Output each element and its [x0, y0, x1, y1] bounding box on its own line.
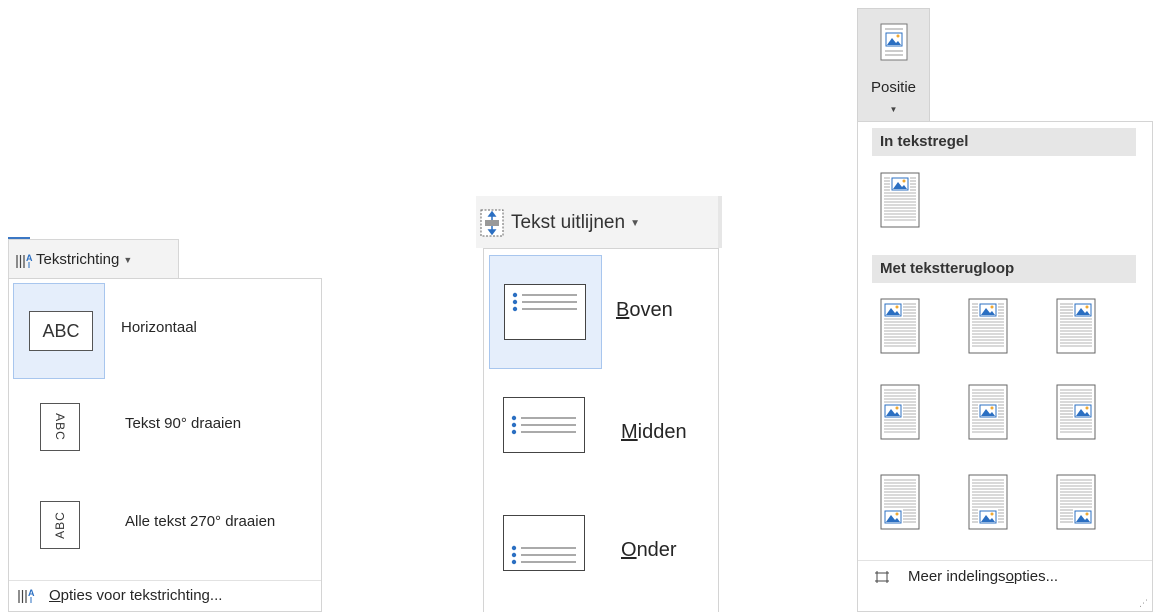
positie-button[interactable]: Positie ▼	[857, 8, 930, 122]
option-onder-label: Onder	[621, 539, 677, 561]
tekstrichting-menu: ABC Horizontaal ABC Tekst 90° draaien AB…	[8, 278, 322, 612]
position-top-center-thumb[interactable]	[968, 298, 1008, 354]
opties-label: Opties voor tekstrichting...	[49, 586, 223, 604]
meer-indelingsopties-label: Meer indelingsopties...	[908, 568, 1059, 585]
positie-menu: In tekstregel Met tekstterugloop Meer in…	[857, 121, 1153, 612]
align-middle-icon	[503, 397, 585, 453]
opties-voor-tekstrichting-link[interactable]: A Opties voor tekstrichting...	[17, 586, 222, 604]
section-met-tekstterugloop: Met tekstterugloop	[872, 255, 1136, 283]
option-tekst-270-draaien[interactable]: ABC Alle tekst 270° draaien	[13, 477, 317, 573]
position-middle-center-thumb[interactable]	[968, 384, 1008, 440]
align-text-icon	[480, 209, 504, 237]
dropdown-arrow-icon: ▼	[889, 105, 898, 114]
tekstrichting-button[interactable]: A Tekstrichting ▼	[8, 239, 179, 279]
meer-indelingsopties-link[interactable]: Meer indelingsopties...	[874, 568, 1058, 585]
text-direction-icon: A	[16, 253, 33, 268]
dropdown-arrow-icon: ▼	[630, 217, 640, 229]
position-top-left-thumb[interactable]	[880, 298, 920, 354]
tekst-uitlijnen-button[interactable]: Tekst uitlijnen ▼	[480, 202, 698, 244]
rotate-270-text-preview-icon: ABC	[40, 501, 80, 549]
option-horizontaal[interactable]: ABC	[13, 283, 105, 379]
position-top-right-thumb[interactable]	[1056, 298, 1096, 354]
resize-grip-icon[interactable]: ⋰	[1139, 598, 1148, 609]
align-bottom-icon	[503, 515, 585, 571]
option-horizontaal-label[interactable]: Horizontaal	[121, 319, 197, 336]
dropdown-arrow-icon: ▼	[123, 254, 133, 265]
option-tekst-90-label: Tekst 90° draaien	[125, 415, 242, 432]
section-in-tekstregel: In tekstregel	[872, 128, 1136, 156]
position-bottom-right-thumb[interactable]	[1056, 474, 1096, 530]
position-picture-icon	[880, 23, 908, 61]
position-inline-thumb[interactable]	[880, 172, 920, 228]
layout-options-icon	[875, 570, 889, 583]
svg-text:A: A	[26, 253, 33, 263]
tekst-uitlijnen-label: Tekst uitlijnen	[511, 212, 626, 233]
rotate-90-text-preview-icon: ABC	[40, 403, 80, 451]
option-boven[interactable]	[489, 255, 602, 369]
position-middle-left-thumb[interactable]	[880, 384, 920, 440]
positie-label: Positie	[870, 79, 917, 96]
text-direction-options-icon: A	[18, 588, 35, 603]
tekstrichting-label: Tekstrichting	[36, 251, 120, 268]
position-bottom-center-thumb[interactable]	[968, 474, 1008, 530]
option-midden-label: Midden	[621, 421, 687, 443]
position-middle-right-thumb[interactable]	[1056, 384, 1096, 440]
position-bottom-left-thumb[interactable]	[880, 474, 920, 530]
horizontal-text-preview-icon: ABC	[29, 311, 93, 351]
align-top-icon	[504, 284, 586, 340]
menu-divider	[858, 560, 1152, 561]
option-boven-label[interactable]: Boven	[616, 299, 673, 322]
menu-divider	[9, 580, 321, 581]
option-midden[interactable]: Midden	[489, 369, 715, 483]
option-onder[interactable]: Onder	[489, 489, 715, 603]
tekst-uitlijnen-menu: Boven Midden Onder	[483, 248, 719, 612]
option-tekst-90-draaien[interactable]: ABC Tekst 90° draaien	[13, 379, 317, 475]
option-tekst-270-label: Alle tekst 270° draaien	[125, 513, 276, 530]
svg-text:A: A	[28, 588, 35, 598]
